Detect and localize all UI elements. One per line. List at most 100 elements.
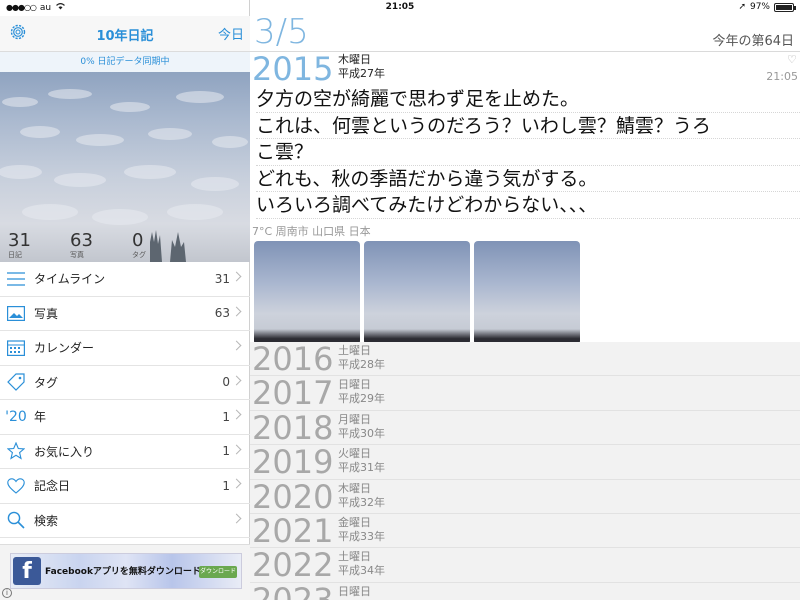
sidebar-item-calendar[interactable]: カレンダー: [0, 331, 250, 366]
search-icon: [6, 510, 26, 530]
sidebar-item-count: 63: [214, 306, 230, 321]
main-header: 3/5 今年の第64日: [250, 12, 800, 52]
ad-banner-area: f Facebookアプリを無料ダウンロード ダウンロード i: [0, 544, 250, 600]
era: 平成29年: [338, 392, 385, 406]
chevron-right-icon: [231, 271, 242, 282]
sidebar-item-label: タイムライン: [34, 272, 106, 287]
sidebar-item-label: 写真: [34, 306, 59, 321]
year-number: 2021: [252, 511, 334, 550]
year-meta: 月曜日 平成30年: [338, 413, 385, 441]
stat-label: 写真: [70, 251, 84, 259]
photo-thumbnail[interactable]: [474, 240, 580, 345]
weather-location: 7°C 周南市 山口県 日本: [252, 224, 371, 238]
stat-number: 31: [8, 230, 31, 251]
era: 平成28年: [338, 358, 385, 371]
sidebar-item-label: タグ: [34, 375, 59, 390]
battery-fill: [776, 4, 792, 10]
sidebar-item-search[interactable]: 検索: [0, 504, 250, 538]
ad-text: Facebookアプリを無料ダウンロード: [45, 567, 201, 577]
weekday: 日曜日: [338, 378, 371, 392]
battery-percent: 97%: [749, 2, 770, 12]
year-row[interactable]: 2023 日曜日: [250, 583, 800, 600]
star-icon: [6, 441, 26, 461]
year-meta: 日曜日 平成29年: [338, 378, 385, 406]
year-row[interactable]: 2020 木曜日 平成32年: [250, 480, 800, 514]
tag-icon: [6, 372, 26, 392]
year-meta: 金曜日 平成33年: [338, 516, 385, 544]
sidebar-item-anniversary[interactable]: 記念日 1: [0, 469, 250, 504]
year-row[interactable]: 2022 土曜日 平成34年: [250, 548, 800, 583]
sidebar-item-timeline[interactable]: タイムライン 31: [0, 262, 250, 297]
entry-year: 2015: [252, 50, 334, 88]
year-row[interactable]: 2021 金曜日 平成33年: [250, 511, 800, 550]
status-bar: ●●●○○ au 21:05 ➚ 97%: [0, 0, 800, 16]
entry-line: こ雲？: [256, 139, 800, 166]
photo-thumbnail[interactable]: [364, 240, 470, 345]
list-icon: [6, 269, 26, 289]
weekday: 火曜日: [338, 447, 371, 461]
entry-date-meta: 木曜日 平成27年: [338, 53, 385, 81]
year-row[interactable]: 2016 土曜日 平成28年: [250, 342, 800, 378]
stat-entries: 31 日記: [0, 232, 62, 262]
stat-tags: 0 タグ: [124, 232, 186, 262]
chevron-right-icon: [231, 409, 242, 420]
sidebar-item-count: 0: [222, 375, 230, 390]
sidebar-item-tags[interactable]: タグ 0: [0, 366, 250, 400]
main-pane: 3/5 今年の第64日 2015 木曜日 平成27年 ♡ 21:05 夕方の空が…: [250, 0, 800, 600]
current-date: 3/5: [254, 12, 309, 52]
year-number: 2018: [252, 408, 334, 447]
weekday: 土曜日: [338, 550, 371, 564]
calendar-icon: [6, 338, 26, 358]
year-number: 2020: [252, 477, 334, 516]
weekday: 金曜日: [338, 515, 371, 529]
ad-download-button[interactable]: ダウンロード: [199, 566, 237, 578]
diary-entry[interactable]: 2015 木曜日 平成27年 ♡ 21:05 夕方の空が綺麗で思わず足を止めた。…: [250, 52, 800, 345]
chevron-right-icon: [231, 513, 242, 523]
chevron-right-icon: [231, 306, 242, 316]
sidebar-menu: タイムライン 31 写真 63 カレンダー タグ 0 '20 年 1 お気に入り…: [0, 262, 250, 538]
facebook-logo-icon: f: [13, 557, 41, 585]
year-row[interactable]: 2019 火曜日 平成31年: [250, 443, 800, 482]
favorite-heart-icon[interactable]: ♡: [787, 54, 798, 65]
stat-label: 日記: [8, 251, 22, 259]
entry-line: どれも、秋の季語だから違う気がする。: [256, 166, 800, 192]
stats-row: 31 日記 63 写真 0 タグ: [0, 232, 250, 262]
entry-line: 夕方の空が綺麗で思わず足を止めた。: [256, 86, 800, 113]
year-number: 2019: [252, 443, 334, 482]
sidebar-item-count: 31: [214, 271, 230, 286]
year-row[interactable]: 2018 月曜日 平成30年: [250, 408, 800, 447]
sidebar-item-label: カレンダー: [34, 341, 95, 356]
today-button[interactable]: 今日: [218, 24, 244, 43]
year-row[interactable]: 2017 日曜日 平成29年: [250, 376, 800, 411]
year-meta: 土曜日 平成34年: [338, 550, 385, 578]
weekday: 月曜日: [338, 412, 371, 426]
cover-photo: 31 日記 63 写真 0 タグ: [0, 72, 250, 262]
info-icon[interactable]: i: [2, 588, 12, 598]
sidebar-item-count: 1: [222, 409, 230, 424]
entry-header: 2015 木曜日 平成27年 ♡ 21:05: [250, 52, 800, 86]
era: 平成34年: [338, 564, 385, 578]
sidebar-header: 10年日記 今日: [0, 16, 250, 52]
photo-icon: [6, 303, 26, 323]
app-title: 10年日記: [96, 29, 154, 44]
sidebar-item-photos[interactable]: 写真 63: [0, 297, 250, 331]
photo-thumbnail[interactable]: [254, 240, 360, 345]
year-number: 2016: [252, 342, 334, 378]
sidebar-item-label: 記念日: [34, 479, 71, 494]
photo-thumbnails: [250, 240, 800, 345]
sidebar-item-year[interactable]: '20 年 1: [0, 400, 250, 435]
chevron-right-icon: [231, 340, 242, 351]
year-meta: 日曜日: [338, 585, 371, 599]
sidebar-item-favorites[interactable]: お気に入り 1: [0, 435, 250, 469]
sidebar-item-count: 1: [222, 478, 230, 493]
weekday: 日曜日: [338, 584, 371, 598]
chevron-right-icon: [231, 375, 242, 385]
stat-label: タグ: [132, 251, 146, 259]
sidebar-item-label: お気に入り: [34, 444, 95, 459]
year-meta: 木曜日 平成32年: [338, 482, 385, 510]
year-icon: '20: [5, 408, 27, 425]
entry-weekday: 木曜日: [338, 53, 371, 66]
ad-banner[interactable]: f Facebookアプリを無料ダウンロード ダウンロード: [10, 553, 242, 589]
clock: 21:05: [385, 2, 415, 12]
chevron-right-icon: [231, 444, 242, 454]
